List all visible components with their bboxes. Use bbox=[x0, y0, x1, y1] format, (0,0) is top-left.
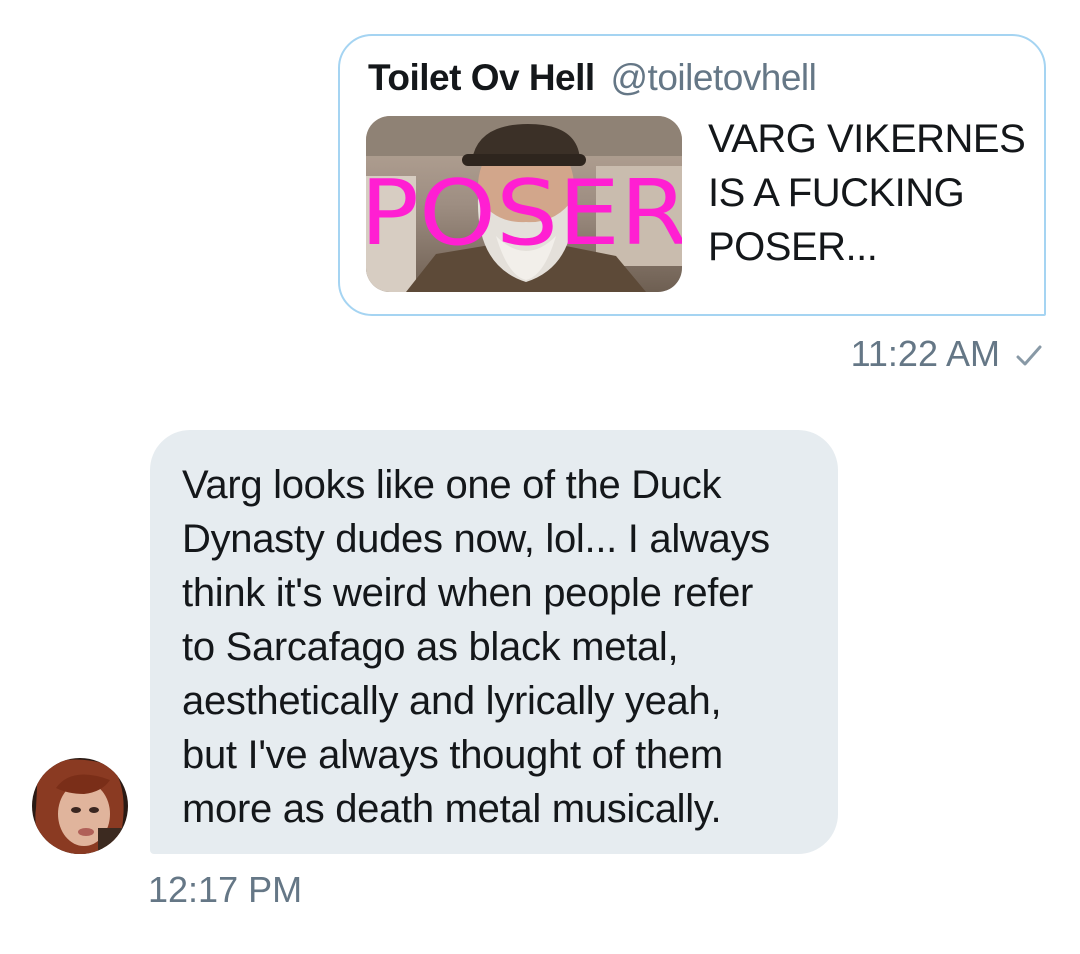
sent-message-time: 11:22 AM bbox=[850, 333, 1000, 374]
tweet-text-line: VARG VIKERNES bbox=[708, 117, 1026, 161]
message-line: Dynasty dudes now, lol... I always bbox=[182, 517, 770, 561]
message-line: to Sarcafago as black metal, bbox=[182, 625, 679, 669]
tweet-text-line: POSER... bbox=[708, 225, 878, 269]
received-message-bubble[interactable]: Varg looks like one of the Duck Dynasty … bbox=[150, 430, 838, 854]
received-message-time: 12:17 PM bbox=[148, 869, 303, 910]
message-line: think it's weird when people refer bbox=[182, 571, 754, 615]
message-line: Varg looks like one of the Duck bbox=[182, 463, 722, 507]
tweet-author-handle: @toiletovhell bbox=[610, 57, 817, 98]
message-line: more as death metal musically. bbox=[182, 787, 722, 831]
avatar-image bbox=[32, 758, 128, 854]
checkmark-icon bbox=[1014, 339, 1044, 369]
tweet-thumbnail-image: POSER bbox=[366, 116, 682, 292]
user-avatar[interactable] bbox=[32, 758, 128, 854]
thumbnail-overlay-text: POSER bbox=[366, 161, 682, 266]
shared-tweet-card[interactable]: Toilet Ov Hell @toiletovhell POSER VARG … bbox=[338, 34, 1046, 316]
tweet-text: VARG VIKERNES IS A FUCKING POSER... bbox=[708, 112, 1038, 274]
message-line: but I've always thought of them bbox=[182, 733, 723, 777]
tweet-author: Toilet Ov Hell @toiletovhell bbox=[368, 56, 817, 100]
message-line: aesthetically and lyrically yeah, bbox=[182, 679, 722, 723]
tweet-thumbnail[interactable]: POSER bbox=[366, 116, 682, 292]
sent-message-meta: 11:22 AM bbox=[851, 334, 1044, 374]
tweet-author-name: Toilet Ov Hell bbox=[368, 57, 595, 98]
tweet-text-line: IS A FUCKING bbox=[708, 171, 965, 215]
